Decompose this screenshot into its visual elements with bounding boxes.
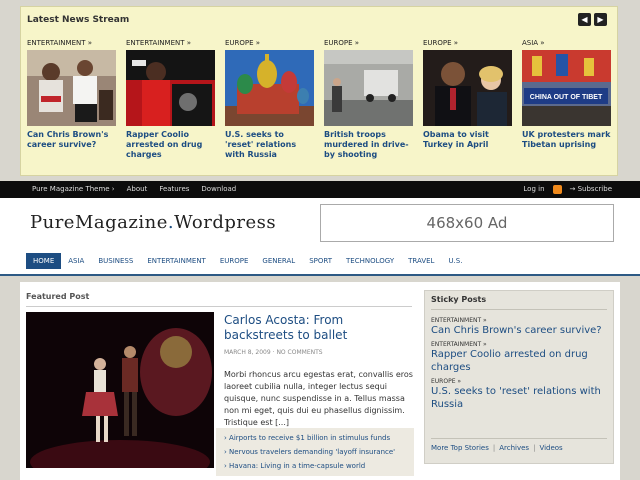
sticky-item-category[interactable]: ENTERTAINMENT » [431, 341, 609, 348]
stream-item-russia[interactable]: EUROPE » U.S. seeks to 'reset' relations… [225, 39, 314, 160]
top-bar: Pure Magazine Theme › About Features Dow… [0, 181, 640, 198]
related-link[interactable]: › Nervous travelers demanding 'layoff in… [216, 445, 414, 459]
site-logo[interactable]: PureMagazine.Wordpress [30, 212, 276, 233]
nav-travel[interactable]: TRAVEL [401, 253, 441, 269]
stream-item-category[interactable]: EUROPE » [324, 39, 413, 50]
nav-business[interactable]: BUSINESS [91, 253, 140, 269]
stream-item-category[interactable]: ENTERTAINMENT » [27, 39, 116, 50]
stream-item-image[interactable] [324, 50, 413, 126]
top-links: Pure Magazine Theme › About Features Dow… [32, 181, 236, 198]
related-link[interactable]: › Airports to receive $1 billion in stim… [216, 431, 414, 445]
stream-item-headline[interactable]: Rapper Coolio arrested on drug charges [126, 130, 215, 160]
nav-europe[interactable]: EUROPE [213, 253, 256, 269]
sticky-item-category[interactable]: ENTERTAINMENT » [431, 317, 609, 324]
stream-item-tibet[interactable]: ASIA » CHINA OUT OF TIBET UK protesters … [522, 39, 611, 160]
footer-separator: | [492, 444, 496, 452]
nav-asia[interactable]: ASIA [61, 253, 91, 269]
nav-entertainment[interactable]: ENTERTAINMENT [140, 253, 213, 269]
stream-item-image[interactable] [126, 50, 215, 126]
featured-divider [26, 306, 412, 307]
sticky-item-headline[interactable]: Rapper Coolio arrested on drug charges [431, 348, 609, 374]
videos-link[interactable]: Videos [539, 444, 562, 452]
main-nav: HOME ASIA BUSINESS ENTERTAINMENT EUROPE … [0, 250, 640, 276]
prev-arrow-icon[interactable]: ◀ [578, 13, 591, 26]
more-top-stories-link[interactable]: More Top Stories [431, 444, 489, 452]
archives-link[interactable]: Archives [499, 444, 529, 452]
stream-item-image[interactable] [423, 50, 512, 126]
sticky-footer: More Top Stories | Archives | Videos [431, 444, 563, 452]
sticky-posts: Sticky Posts ENTERTAINMENT » Can Chris B… [424, 290, 614, 464]
top-right: Log in → Subscribe [523, 181, 612, 198]
nav-home[interactable]: HOME [26, 253, 62, 269]
stream-item-troops[interactable]: EUROPE » British troops murdered in driv… [324, 39, 413, 160]
stream-item-image[interactable]: CHINA OUT OF TIBET [522, 50, 611, 126]
related-links: › Airports to receive $1 billion in stim… [216, 428, 414, 476]
stream-item-category[interactable]: ASIA » [522, 39, 611, 50]
stream-item-chris-brown[interactable]: ENTERTAINMENT » Can Chris Brown's career… [27, 39, 116, 160]
sticky-item-headline[interactable]: Can Chris Brown's career survive? [431, 324, 609, 337]
featured-meta-separator: · [272, 349, 275, 356]
sticky-footer-divider [431, 438, 607, 439]
stream-item-image[interactable] [27, 50, 116, 126]
stream-item-headline[interactable]: Can Chris Brown's career survive? [27, 130, 116, 150]
nav-sport[interactable]: SPORT [302, 253, 339, 269]
top-link-about[interactable]: About [127, 181, 148, 198]
news-stream-title: Latest News Stream [27, 15, 130, 25]
sticky-title: Sticky Posts [431, 295, 487, 304]
stream-item-coolio[interactable]: ENTERTAINMENT » Rapper Coolio arrested o… [126, 39, 215, 160]
latest-news-stream: Latest News Stream ◀ ▶ ENTERTAINMENT » C… [20, 6, 618, 176]
stream-item-category[interactable]: EUROPE » [423, 39, 512, 50]
logo-rest: Wordpress [174, 212, 277, 233]
stream-item-headline[interactable]: U.S. seeks to 'reset' relations with Rus… [225, 130, 314, 160]
subscribe-link[interactable]: → Subscribe [570, 181, 612, 198]
stream-item-headline[interactable]: British troops murdered in drive-by shoo… [324, 130, 413, 160]
featured-image[interactable] [26, 312, 214, 468]
sticky-list: ENTERTAINMENT » Can Chris Brown's career… [431, 313, 609, 411]
sticky-item-category[interactable]: EUROPE » [431, 378, 609, 385]
nav-items: HOME ASIA BUSINESS ENTERTAINMENT EUROPE … [26, 253, 469, 269]
stream-item-category[interactable]: ENTERTAINMENT » [126, 39, 215, 50]
nav-us[interactable]: U.S. [441, 253, 469, 269]
stream-item-category[interactable]: EUROPE » [225, 39, 314, 50]
featured-title[interactable]: Carlos Acosta: From backstreets to balle… [224, 313, 414, 343]
stream-item-headline[interactable]: UK protesters mark Tibetan uprising [522, 130, 611, 150]
sticky-item-headline[interactable]: U.S. seeks to 'reset' relations with Rus… [431, 385, 609, 411]
footer-separator: | [533, 444, 536, 452]
stream-item-image[interactable] [225, 50, 314, 126]
featured-date: MARCH 8, 2009 [224, 349, 271, 356]
featured-meta: MARCH 8, 2009 · NO COMMENTS [224, 349, 323, 356]
stream-item-headline[interactable]: Obama to visit Turkey in April [423, 130, 512, 150]
featured-excerpt: Morbi rhoncus arcu egestas erat, convall… [224, 370, 413, 427]
ad-banner[interactable]: 468x60 Ad [320, 204, 614, 242]
main-content: Featured Post Carlos Acosta: From backst… [20, 282, 620, 480]
login-link[interactable]: Log in [523, 181, 544, 198]
news-stream-items: ENTERTAINMENT » Can Chris Brown's career… [27, 39, 611, 160]
featured-comments[interactable]: NO COMMENTS [276, 349, 322, 356]
site-header: PureMagazine.Wordpress 468x60 Ad [0, 198, 640, 250]
stream-arrows: ◀ ▶ [578, 13, 607, 26]
nav-general[interactable]: GENERAL [255, 253, 302, 269]
next-arrow-icon[interactable]: ▶ [594, 13, 607, 26]
logo-main: PureMagazine [30, 212, 168, 233]
related-link[interactable]: › Havana: Living in a time-capsule world [216, 459, 414, 473]
featured-section-title: Featured Post [26, 292, 90, 301]
rss-icon[interactable] [552, 185, 562, 194]
protest-banner-text: CHINA OUT OF TIBET [530, 94, 603, 101]
top-link-download[interactable]: Download [201, 181, 236, 198]
nav-technology[interactable]: TECHNOLOGY [339, 253, 401, 269]
top-link-theme[interactable]: Pure Magazine Theme › [32, 181, 115, 198]
top-link-features[interactable]: Features [159, 181, 189, 198]
sticky-divider [431, 309, 607, 310]
stream-item-obama[interactable]: EUROPE » Obama to visit Turkey in April [423, 39, 512, 160]
